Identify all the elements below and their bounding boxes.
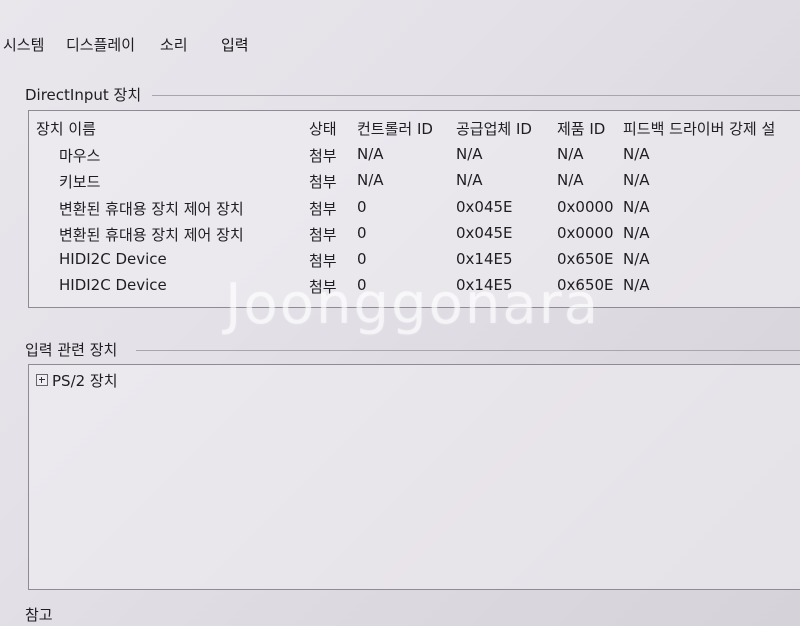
column-header-product-id[interactable]: 제품 ID xyxy=(557,118,605,139)
device-name-cell: 키보드 xyxy=(59,173,101,191)
device-name-cell: 마우스 xyxy=(59,147,101,165)
status-cell: 첨부 xyxy=(309,252,337,270)
input-related-group-title: 입력 관련 장치 xyxy=(25,341,118,359)
controller-id-cell: N/A xyxy=(357,145,384,163)
product-id-cell: N/A xyxy=(557,145,584,163)
column-header-controller-id[interactable]: 컨트롤러 ID xyxy=(357,118,433,139)
status-cell: 첨부 xyxy=(309,173,337,191)
group-divider xyxy=(136,350,800,351)
controller-id-cell: 0 xyxy=(357,224,367,242)
column-header-device-name[interactable]: 장치 이름 xyxy=(36,118,96,139)
column-header-vendor-id[interactable]: 공급업체 ID xyxy=(456,118,532,139)
vendor-id-cell: 0x045E xyxy=(456,224,513,242)
vendor-id-cell: N/A xyxy=(456,145,483,163)
group-divider xyxy=(152,95,800,96)
force-feedback-cell: N/A xyxy=(623,276,650,294)
device-name-cell: HIDI2C Device xyxy=(59,250,167,268)
tab-system[interactable]: 시스템 xyxy=(3,34,44,55)
product-id-cell: 0x650E xyxy=(557,250,614,268)
controller-id-cell: 0 xyxy=(357,250,367,268)
table-row[interactable]: 변환된 휴대용 장치 제어 장치 첨부 0 0x045E 0x0000 N/A xyxy=(36,224,800,250)
device-name-cell: 변환된 휴대용 장치 제어 장치 xyxy=(59,226,244,244)
status-cell: 첨부 xyxy=(309,226,337,244)
vendor-id-cell: 0x045E xyxy=(456,198,513,216)
watermark-logo: Joonggonara xyxy=(225,272,601,337)
directinput-group-title: DirectInput 장치 xyxy=(25,86,142,104)
tree-item-ps2-devices[interactable]: PS/2 장치 xyxy=(36,370,118,391)
force-feedback-cell: N/A xyxy=(623,171,650,189)
product-id-cell: N/A xyxy=(557,171,584,189)
status-cell: 첨부 xyxy=(309,200,337,218)
tab-input[interactable]: 입력 xyxy=(221,34,249,55)
notes-group-title: 참고 xyxy=(25,606,53,624)
controller-id-cell: N/A xyxy=(357,171,384,189)
product-id-cell: 0x0000 xyxy=(557,198,614,216)
tab-sound[interactable]: 소리 xyxy=(160,34,188,55)
column-header-force-feedback-driver[interactable]: 피드백 드라이버 강제 설 xyxy=(623,118,775,139)
force-feedback-cell: N/A xyxy=(623,224,650,242)
force-feedback-cell: N/A xyxy=(623,145,650,163)
product-id-cell: 0x0000 xyxy=(557,224,614,242)
table-row[interactable]: 마우스 첨부 N/A N/A N/A N/A xyxy=(36,145,800,171)
expand-plus-icon[interactable] xyxy=(36,373,48,386)
input-related-device-tree[interactable] xyxy=(28,364,800,590)
tree-item-label: PS/2 장치 xyxy=(52,372,118,390)
tab-display[interactable]: 디스플레이 xyxy=(66,34,135,55)
vendor-id-cell: 0x14E5 xyxy=(456,250,513,268)
vendor-id-cell: N/A xyxy=(456,171,483,189)
status-cell: 첨부 xyxy=(309,147,337,165)
force-feedback-cell: N/A xyxy=(623,250,650,268)
force-feedback-cell: N/A xyxy=(623,198,650,216)
table-row[interactable]: 키보드 첨부 N/A N/A N/A N/A xyxy=(36,171,800,197)
controller-id-cell: 0 xyxy=(357,198,367,216)
device-name-cell: 변환된 휴대용 장치 제어 장치 xyxy=(59,200,244,218)
column-header-status[interactable]: 상태 xyxy=(309,118,337,139)
device-name-cell: HIDI2C Device xyxy=(59,276,167,294)
table-row[interactable]: 변환된 휴대용 장치 제어 장치 첨부 0 0x045E 0x0000 N/A xyxy=(36,198,800,224)
